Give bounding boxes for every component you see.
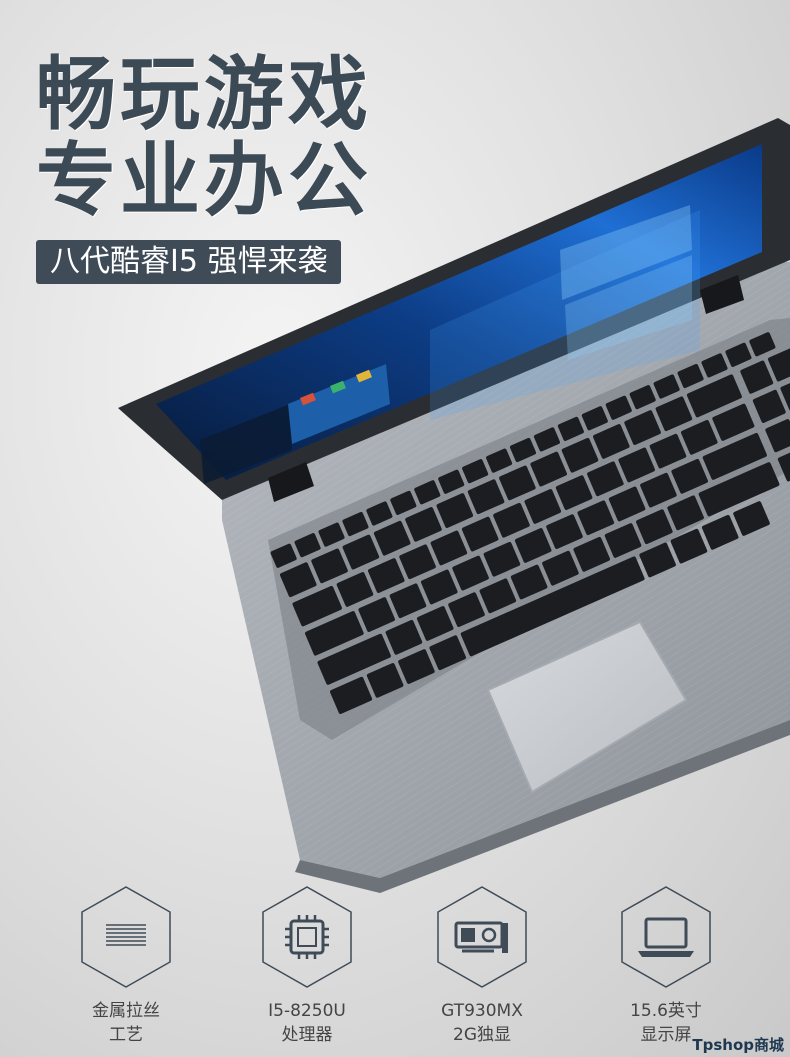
headline-line-1: 畅玩游戏: [36, 48, 372, 141]
headline: 畅玩游戏 专业办公: [36, 52, 372, 224]
feature-list: 金属拉丝 工艺 I5-8250U 处理器 GT930MX 2G独显 15.6英寸…: [0, 885, 790, 1057]
feature-label-2: 工艺: [109, 1025, 143, 1045]
headline-line-2: 专业办公: [36, 134, 372, 227]
cpu-chip-icon: [262, 886, 352, 988]
watermark-text: Tpshop商城: [692, 1036, 784, 1054]
feature-item-screen: 15.6英寸 显示屏: [596, 885, 736, 1047]
laptop-screen-icon: [621, 886, 711, 988]
feature-label-2: 处理器: [281, 1025, 333, 1045]
tagline-badge: 八代酷睿I5 强悍来袭: [36, 240, 342, 284]
feature-item-cpu: I5-8250U 处理器: [237, 885, 377, 1047]
feature-label-2: 2G独显: [453, 1025, 511, 1045]
feature-item-graphics: GT930MX 2G独显: [412, 885, 552, 1047]
feature-label-1: 金属拉丝: [92, 1001, 160, 1021]
feature-label-1: 15.6英寸: [630, 1001, 702, 1021]
graphics-card-icon: [437, 886, 527, 988]
feature-label-1: I5-8250U: [268, 1001, 346, 1021]
brushed-metal-icon: [81, 886, 171, 988]
feature-item-brushed-metal: 金属拉丝 工艺: [56, 885, 196, 1047]
feature-label-1: GT930MX: [441, 1001, 523, 1021]
